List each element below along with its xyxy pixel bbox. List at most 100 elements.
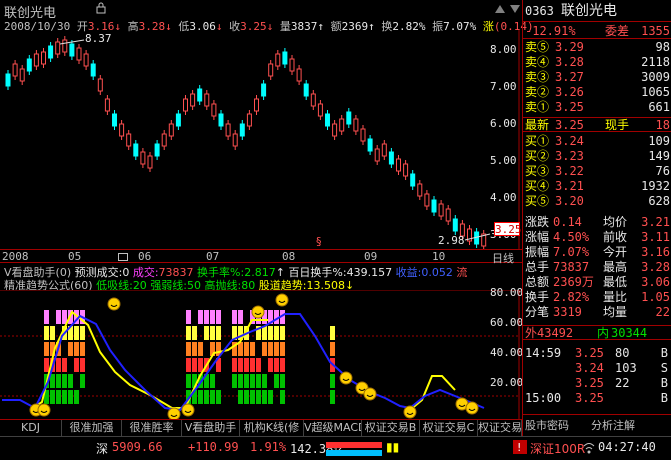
candle-body: [5, 73, 11, 87]
tab-kdj[interactable]: KDJ: [0, 420, 62, 436]
candle-body: [183, 98, 188, 112]
candle-body: [431, 199, 437, 213]
smiley-icon: [37, 403, 51, 417]
trend-bar-segment: [204, 326, 209, 340]
tab-warrant-b[interactable]: 权证交易B: [362, 420, 420, 436]
trend-bar-segment: [268, 342, 273, 356]
tab-accurate-winrate[interactable]: 很准胜率: [122, 420, 182, 436]
trend-bar-segment: [74, 358, 79, 372]
trend-bar-segment: [198, 358, 203, 372]
price-axis-label: 6.00: [490, 117, 517, 130]
trend-bar-segment: [216, 326, 221, 340]
scroll-down-icon[interactable]: [510, 3, 520, 16]
trend-bar-segment: [238, 374, 243, 388]
alert-icon[interactable]: !: [513, 440, 527, 457]
max-price-mark: 8.37: [85, 32, 112, 45]
trend-bar-segment: [262, 342, 267, 356]
trend-bar-segment: [268, 390, 273, 404]
tick-row: 15:00 3.25 B: [525, 391, 668, 405]
smiley-icon: [107, 297, 121, 311]
trend-bar-segment: [250, 390, 255, 404]
candle-body: [48, 45, 54, 59]
candle-body: [303, 83, 309, 97]
tab-analysis-notes[interactable]: 分析注解: [591, 417, 635, 433]
trend-bar-segment: [330, 390, 335, 404]
sell-row: 卖① 3.25 661: [525, 100, 670, 114]
trend-bar-segment: [74, 326, 79, 340]
candle-body: [197, 88, 203, 102]
trend-bar-segment: [198, 390, 203, 404]
trend-bar-segment: [68, 342, 73, 356]
sell-row: 卖③ 3.27 3009: [525, 70, 670, 84]
breadth-bar-up: [326, 442, 382, 448]
tab-institution-kline[interactable]: 机构K线(修: [240, 420, 304, 436]
trend-bar-segment: [280, 326, 285, 340]
trend-bar-segment: [186, 358, 191, 372]
breadth-bar-down: [326, 450, 382, 456]
buy-row: 买③ 3.22 76: [525, 164, 670, 178]
wifi-icon: [582, 440, 596, 457]
tab-v-assistant[interactable]: V看盘助手: [182, 420, 240, 436]
price-axis-label: 4.00: [490, 191, 517, 204]
trend-bar-segment: [80, 358, 85, 372]
lock-icon[interactable]: [95, 2, 107, 17]
smiley-icon: [251, 305, 265, 319]
candle-body: [452, 218, 458, 232]
tab-stock-code[interactable]: 股市密码: [525, 417, 569, 433]
trend-bar-segment: [210, 310, 215, 324]
indicator-chart[interactable]: [0, 290, 522, 419]
trend-bar-segment: [280, 390, 285, 404]
index-name: 深: [96, 442, 109, 456]
candle-body: [69, 43, 75, 57]
trend-bar-segment: [256, 374, 261, 388]
chart-area[interactable]: 联创光电 2008/10/30 开3.16↓ 高3.28↓ 低3.06↓ 收3.…: [0, 0, 534, 436]
trend-bar-segment: [186, 342, 191, 356]
candle-body: [346, 111, 352, 125]
candle-body: [41, 51, 46, 65]
trend-bar-segment: [256, 390, 261, 404]
stat-row: 涨幅 4.50% 前收 3.11: [525, 230, 670, 244]
tab-super-macd[interactable]: V超级MACD: [304, 420, 362, 436]
index-value: 5909.66: [112, 440, 163, 454]
trend-bar-segment: [250, 358, 255, 372]
candle-body: [232, 133, 238, 147]
candle-body: [175, 113, 181, 127]
trend-bar-segment: [50, 326, 55, 340]
candle-body: [360, 128, 366, 142]
stat-row: 总手 73837 最高 3.28: [525, 260, 670, 274]
candle-body: [239, 123, 245, 137]
trend-bar-segment: [244, 390, 249, 404]
pct-row: -12.91% 委差 1355: [523, 24, 671, 39]
candle-body: [161, 133, 167, 147]
trend-bar-segment: [262, 374, 267, 388]
candle-body: [62, 39, 68, 53]
trend-bar-segment: [274, 374, 279, 388]
svg-text:!: !: [517, 441, 521, 454]
candlestick-chart[interactable]: [0, 30, 522, 250]
tab-warrant-f[interactable]: 权证交易F: [478, 420, 522, 436]
indicator-axis-label: 20.00: [490, 376, 524, 389]
tick-row: 14:59 3.25 80 B: [525, 346, 668, 360]
tab-warrant-c[interactable]: 权证交易C: [420, 420, 478, 436]
candle-body: [353, 118, 359, 132]
signal-icon: ▮▮: [386, 440, 400, 454]
tab-accurate-plus[interactable]: 很准加强: [62, 420, 122, 436]
quote-panel: 0363 联创光电 -12.91% 委差 1355 最新 3.25 现手 18 …: [522, 0, 671, 436]
candle-body: [410, 173, 416, 187]
trend-bar-segment: [210, 390, 215, 404]
candle-body: [438, 203, 444, 217]
scroll-up-icon[interactable]: [495, 3, 505, 16]
trend-bar-segment: [216, 390, 221, 404]
smiley-icon: [403, 405, 417, 419]
panel-tab-strip[interactable]: 股市密码 分析注解: [523, 414, 671, 434]
candle-body: [317, 103, 323, 117]
stat-row: 换手 2.82% 量比 1.05: [525, 290, 670, 304]
trend-bar-segment: [186, 310, 191, 324]
right-index-label[interactable]: 深证100R: [530, 440, 585, 457]
trend-bar-segment: [262, 390, 267, 404]
period-label[interactable]: 日线: [492, 250, 514, 266]
candle-body: [204, 93, 210, 107]
trend-bar-segment: [68, 374, 73, 388]
trend-bar-segment: [44, 310, 49, 324]
candle-body: [381, 143, 387, 157]
